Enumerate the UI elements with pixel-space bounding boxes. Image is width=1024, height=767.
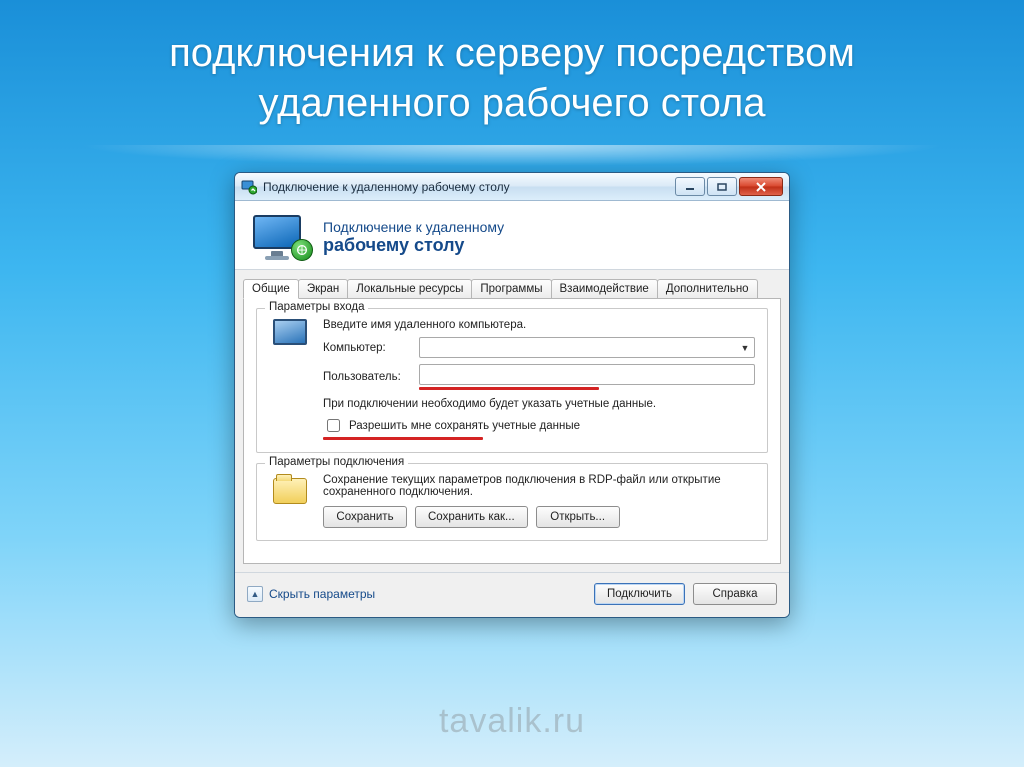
save-credentials-label: Разрешить мне сохранять учетные данные — [349, 420, 580, 432]
rdp-large-icon — [253, 215, 309, 259]
rdp-app-icon — [241, 179, 257, 195]
login-group: Параметры входа Введите имя удаленного к… — [256, 308, 768, 453]
connection-group-legend: Параметры подключения — [265, 456, 408, 468]
chevron-down-icon: ▼ — [738, 341, 752, 355]
footer-band: ▲ Скрыть параметры Подключить Справка — [235, 572, 789, 617]
maximize-button[interactable] — [707, 177, 737, 196]
tab-programs[interactable]: Программы — [471, 279, 551, 298]
annotation-underline-user — [419, 387, 599, 390]
computer-label: Компьютер: — [323, 342, 409, 354]
tab-strip: Общие Экран Локальные ресурсы Программы … — [243, 279, 781, 299]
save-credentials-checkbox[interactable] — [327, 419, 340, 432]
computer-icon — [269, 319, 311, 440]
open-button[interactable]: Открыть... — [536, 506, 620, 528]
folder-icon — [269, 474, 311, 528]
hide-options-label: Скрыть параметры — [269, 587, 375, 601]
connection-group: Параметры подключения Сохранение текущих… — [256, 463, 768, 541]
header-band: Подключение к удаленному рабочему столу — [235, 201, 789, 270]
credentials-hint: При подключении необходимо будет указать… — [323, 398, 755, 410]
save-as-button[interactable]: Сохранить как... — [415, 506, 528, 528]
minimize-button[interactable] — [675, 177, 705, 196]
hide-options-link[interactable]: ▲ Скрыть параметры — [247, 586, 375, 602]
slide-title: подключения к серверу посредством удален… — [0, 0, 1024, 138]
rdp-window: Подключение к удаленному рабочему столу … — [234, 172, 790, 618]
tab-experience[interactable]: Взаимодействие — [551, 279, 658, 298]
user-label: Пользователь: — [323, 371, 409, 383]
login-group-legend: Параметры входа — [265, 301, 368, 313]
computer-combobox[interactable]: ▼ — [419, 337, 755, 358]
help-button[interactable]: Справка — [693, 583, 777, 605]
tab-local-resources[interactable]: Локальные ресурсы — [347, 279, 472, 298]
annotation-underline-checkbox — [323, 437, 483, 440]
user-textbox[interactable] — [419, 364, 755, 385]
collapse-icon: ▲ — [247, 586, 263, 602]
header-line2: рабочему столу — [323, 235, 504, 256]
watermark: tavalik.ru — [439, 702, 585, 741]
tab-page-general: Параметры входа Введите имя удаленного к… — [243, 298, 781, 564]
tab-display[interactable]: Экран — [298, 279, 348, 298]
connection-description: Сохранение текущих параметров подключени… — [323, 474, 755, 498]
window-title: Подключение к удаленному рабочему столу — [263, 180, 673, 194]
close-button[interactable] — [739, 177, 783, 196]
tab-advanced[interactable]: Дополнительно — [657, 279, 758, 298]
login-instruction: Введите имя удаленного компьютера. — [323, 319, 755, 331]
save-button[interactable]: Сохранить — [323, 506, 407, 528]
titlebar[interactable]: Подключение к удаленному рабочему столу — [235, 173, 789, 201]
caption-buttons — [673, 177, 783, 196]
header-line1: Подключение к удаленному — [323, 219, 504, 235]
tab-general[interactable]: Общие — [243, 279, 299, 299]
connect-button[interactable]: Подключить — [594, 583, 685, 605]
